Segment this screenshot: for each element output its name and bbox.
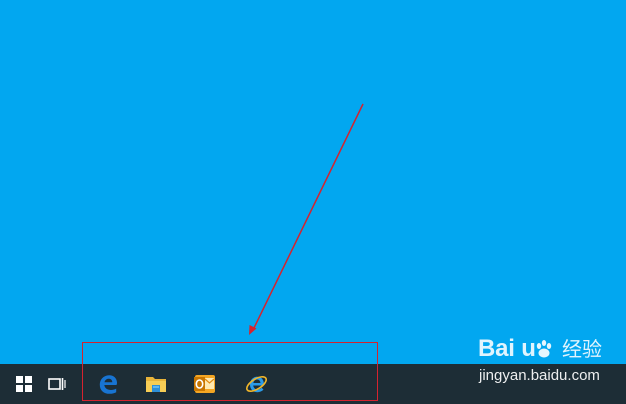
task-view-icon <box>48 378 66 390</box>
task-view-button[interactable] <box>33 364 81 404</box>
edge-taskbar-button[interactable] <box>84 364 132 404</box>
outlook-icon <box>194 375 215 393</box>
taskbar <box>0 364 626 404</box>
internet-explorer-taskbar-button[interactable] <box>232 364 280 404</box>
desktop-background <box>0 0 626 364</box>
windows-logo-icon <box>16 376 32 392</box>
folder-icon <box>146 377 166 392</box>
internet-explorer-icon <box>246 375 267 393</box>
file-explorer-taskbar-button[interactable] <box>132 364 180 404</box>
outlook-taskbar-button[interactable] <box>181 364 229 404</box>
edge-browser-icon <box>99 375 117 394</box>
